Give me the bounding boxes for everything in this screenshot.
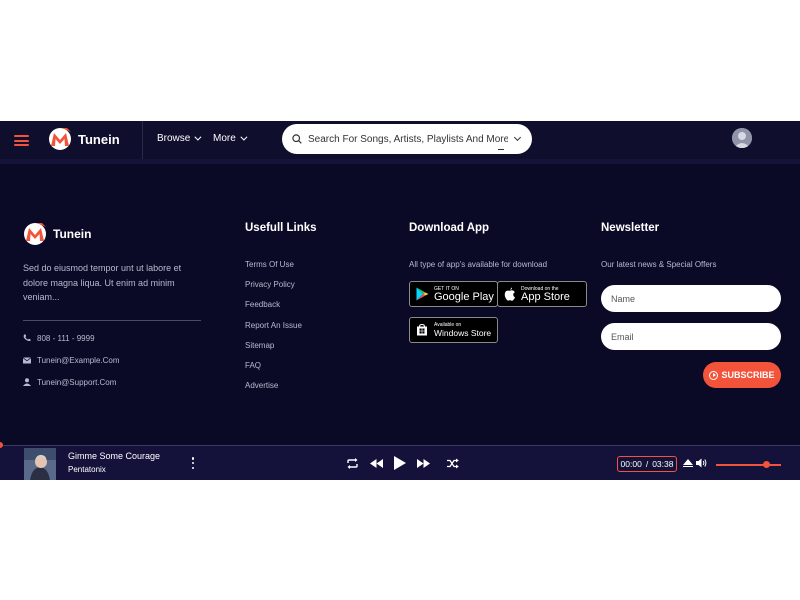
avatar-icon bbox=[732, 128, 752, 148]
nav-more[interactable]: More bbox=[213, 133, 248, 144]
chevron-down-icon bbox=[240, 133, 248, 141]
user-icon bbox=[23, 378, 31, 386]
repeat-icon[interactable] bbox=[346, 458, 359, 469]
album-art-image bbox=[24, 448, 56, 480]
contact-support-text: Tunein@Support.Com bbox=[37, 377, 117, 387]
contact-phone: 808 - 111 - 9999 bbox=[23, 334, 208, 343]
footer-download: Download App All type of app's available… bbox=[409, 222, 547, 269]
music-player: Gimme Some Courage Pentatonix 00:00 / 03… bbox=[0, 445, 800, 480]
footer-about: Tunein Sed do eiusmod tempor unt ut labo… bbox=[23, 222, 208, 387]
previous-icon[interactable] bbox=[370, 459, 383, 468]
album-art[interactable] bbox=[24, 448, 56, 480]
footer-description: Sed do eiusmod tempor unt ut labore et d… bbox=[23, 263, 182, 302]
chevron-down-icon bbox=[194, 133, 202, 141]
mail-icon bbox=[23, 356, 31, 363]
apple-icon bbox=[504, 287, 515, 301]
footer-logo[interactable]: Tunein bbox=[23, 222, 208, 246]
logo[interactable]: Tunein bbox=[48, 127, 120, 151]
subscribe-button[interactable]: SUBSCRIBE bbox=[703, 362, 781, 388]
windows-store-icon bbox=[417, 324, 427, 336]
windows-store-button[interactable]: Available on Windows Store bbox=[409, 317, 498, 343]
link-report[interactable]: Report An Issue bbox=[245, 321, 317, 341]
play-circle-icon bbox=[709, 370, 719, 380]
nav-divider bbox=[142, 121, 143, 159]
header-underline bbox=[0, 159, 800, 164]
contact-email-text: Tunein@Example.Com bbox=[37, 355, 120, 365]
nav-browse-label: Browse bbox=[157, 133, 191, 144]
player-progress-track[interactable] bbox=[0, 445, 800, 446]
name-field[interactable] bbox=[601, 285, 781, 312]
volume-icon[interactable] bbox=[696, 458, 708, 468]
download-title: Download App bbox=[409, 222, 490, 234]
search-bar bbox=[282, 124, 532, 154]
links-list: Terms Of Use Privacy Policy Feedback Rep… bbox=[245, 260, 317, 401]
total-time: 03:38 bbox=[652, 459, 674, 469]
download-text: All type of app's available for download bbox=[409, 260, 548, 269]
track-artist: Pentatonix bbox=[68, 465, 106, 474]
contact-phone-text: 808 - 111 - 9999 bbox=[37, 333, 95, 343]
next-icon[interactable] bbox=[417, 459, 430, 468]
links-title: Usefull Links bbox=[245, 222, 317, 234]
email-field[interactable] bbox=[601, 323, 781, 350]
more-options-icon[interactable] bbox=[191, 457, 195, 469]
app-store-big: App Store bbox=[521, 290, 570, 303]
top-navbar: Tunein Browse More bbox=[0, 121, 800, 159]
volume-slider-track[interactable] bbox=[716, 464, 781, 466]
footer-divider bbox=[23, 319, 201, 321]
time-separator: / bbox=[645, 459, 649, 469]
search-dropdown-icon[interactable] bbox=[513, 133, 522, 142]
footer-newsletter: Newsletter Our latest news & Special Off… bbox=[601, 222, 716, 269]
link-faq[interactable]: FAQ bbox=[245, 361, 317, 381]
contact-email: Tunein@Example.Com bbox=[23, 356, 208, 365]
google-play-button[interactable]: GET IT ON Google Play bbox=[409, 281, 498, 307]
newsletter-text: Our latest news & Special Offers bbox=[601, 260, 717, 269]
user-avatar[interactable] bbox=[732, 128, 752, 148]
current-time: 00:00 bbox=[620, 459, 642, 469]
windows-store-big: Windows Store bbox=[434, 328, 492, 338]
contact-support: Tunein@Support.Com bbox=[23, 378, 208, 387]
play-icon[interactable] bbox=[394, 456, 406, 470]
google-play-big: Google Play bbox=[434, 290, 494, 303]
volume-slider-handle[interactable] bbox=[763, 461, 771, 468]
link-feedback[interactable]: Feedback bbox=[245, 300, 317, 320]
app-store-button[interactable]: Download on the App Store bbox=[497, 281, 587, 307]
app-frame: Tunein Browse More Search For Songs, Art… bbox=[0, 121, 800, 480]
search-icon bbox=[292, 134, 302, 144]
link-sitemap[interactable]: Sitemap bbox=[245, 341, 317, 361]
nav-browse[interactable]: Browse bbox=[157, 133, 202, 144]
track-title: Gimme Some Courage bbox=[68, 451, 161, 461]
text-cursor bbox=[498, 149, 504, 150]
footer-links: Usefull Links Terms Of Use Privacy Polic… bbox=[245, 222, 317, 401]
link-privacy[interactable]: Privacy Policy bbox=[245, 280, 317, 300]
phone-icon bbox=[23, 334, 31, 342]
newsletter-title: Newsletter bbox=[601, 222, 660, 234]
brand-name: Tunein bbox=[78, 131, 120, 147]
shuffle-icon[interactable] bbox=[447, 458, 459, 469]
link-advertise[interactable]: Advertise bbox=[245, 381, 317, 401]
footer-brand-name: Tunein bbox=[53, 227, 92, 241]
search-input[interactable] bbox=[308, 133, 508, 145]
time-display: 00:00 / 03:38 bbox=[617, 456, 677, 472]
subscribe-label: SUBSCRIBE bbox=[721, 370, 775, 380]
menu-icon[interactable] bbox=[14, 135, 29, 146]
link-terms[interactable]: Terms Of Use bbox=[245, 260, 317, 280]
google-play-icon bbox=[416, 287, 429, 301]
logo-icon bbox=[24, 223, 46, 245]
logo-icon bbox=[49, 128, 71, 150]
queue-up-icon[interactable] bbox=[683, 459, 693, 467]
nav-more-label: More bbox=[213, 133, 236, 144]
